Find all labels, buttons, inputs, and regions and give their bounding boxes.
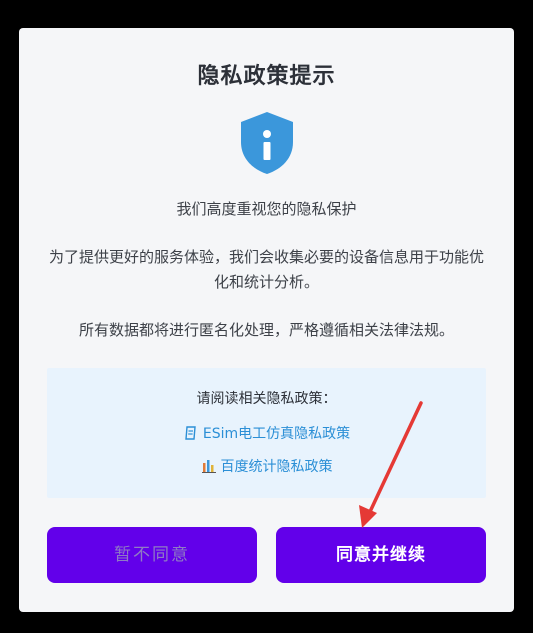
esim-privacy-policy-link[interactable]: ESim电工仿真隐私政策: [47, 423, 486, 445]
dialog-subtitle: 我们高度重视您的隐私保护: [176, 200, 357, 218]
policy-box: 请阅读相关隐私政策： ESim电工仿真隐私政策 百度统计隐私政策: [47, 368, 486, 498]
baidu-stats-policy-link[interactable]: 百度统计隐私政策: [47, 456, 486, 478]
bar-chart-icon: [201, 458, 217, 478]
dialog-title: 隐私政策提示: [197, 64, 336, 89]
document-icon: [183, 425, 199, 445]
decline-button[interactable]: 暂不同意: [47, 527, 257, 583]
esim-privacy-policy-label: ESim电工仿真隐私政策: [202, 426, 351, 442]
data-collection-notice: 为了提供更好的服务体验，我们会收集必要的设备信息用于功能优化和统计分析。: [48, 248, 484, 291]
anonymization-notice: 所有数据都将进行匿名化处理，严格遵循相关法律法规。: [78, 321, 454, 339]
policy-box-title: 请阅读相关隐私政策：: [196, 391, 337, 407]
accept-continue-button[interactable]: 同意并继续: [276, 527, 486, 583]
info-shield-icon: [241, 112, 293, 174]
baidu-stats-policy-label: 百度统计隐私政策: [220, 459, 333, 475]
privacy-dialog: 隐私政策提示 我们高度重视您的隐私保护 为了提供更好的服务体验，我们会收集必要的…: [19, 28, 514, 612]
